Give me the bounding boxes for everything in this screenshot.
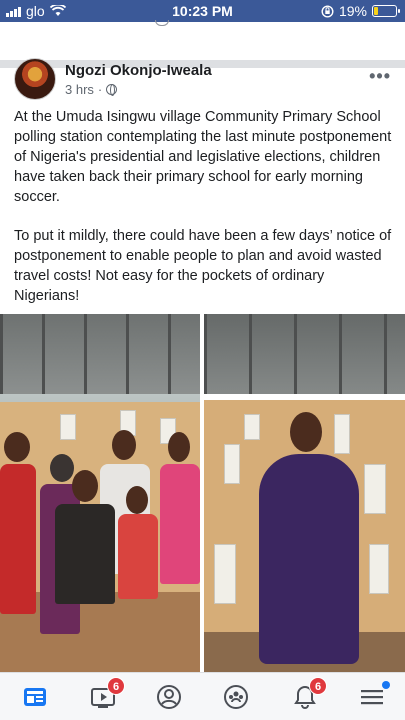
status-bar: glo 10:23 PM 19% — [0, 0, 405, 22]
tab-watch[interactable]: 6 — [89, 677, 125, 711]
watch-badge: 6 — [107, 677, 125, 695]
tab-groups[interactable] — [222, 683, 250, 711]
photo-children-group[interactable] — [0, 314, 200, 672]
menu-notification-dot — [382, 681, 390, 689]
post-meta: 3 hrs · — [65, 82, 118, 97]
notifications-badge: 6 — [309, 677, 327, 695]
more-options-button[interactable]: ••• — [369, 66, 391, 87]
status-right: 19% — [321, 3, 400, 19]
tab-menu[interactable] — [358, 681, 390, 711]
news-feed-icon — [24, 688, 46, 706]
tab-notifications[interactable]: 6 — [291, 677, 327, 711]
tab-news-feed[interactable] — [21, 683, 49, 711]
orientation-lock-icon — [321, 4, 334, 18]
post-photos — [0, 314, 405, 672]
post-header: Ngozi Okonjo-Iweala 3 hrs · ••• — [0, 52, 405, 104]
battery-percent: 19% — [338, 3, 367, 19]
author-name[interactable]: Ngozi Okonjo-Iweala — [65, 62, 212, 79]
battery-fill — [374, 7, 378, 15]
post-time[interactable]: 3 hrs — [65, 82, 94, 97]
avatar[interactable] — [14, 58, 56, 100]
comment-icon — [155, 20, 169, 26]
separator-dot: · — [97, 82, 103, 97]
bottom-tab-bar: 6 6 — [0, 672, 405, 720]
profile-icon — [157, 685, 181, 709]
globe-icon — [106, 84, 118, 96]
post-paragraph: At the Umuda Isingwu village Community P… — [14, 109, 392, 205]
post-paragraph: To put it mildly, there could have been … — [14, 228, 392, 304]
post-text: At the Umuda Isingwu village Community P… — [14, 107, 392, 325]
tab-profile[interactable] — [155, 683, 183, 711]
groups-icon — [224, 685, 248, 709]
battery-icon — [372, 5, 400, 17]
photo-woman-standing[interactable] — [204, 314, 405, 672]
